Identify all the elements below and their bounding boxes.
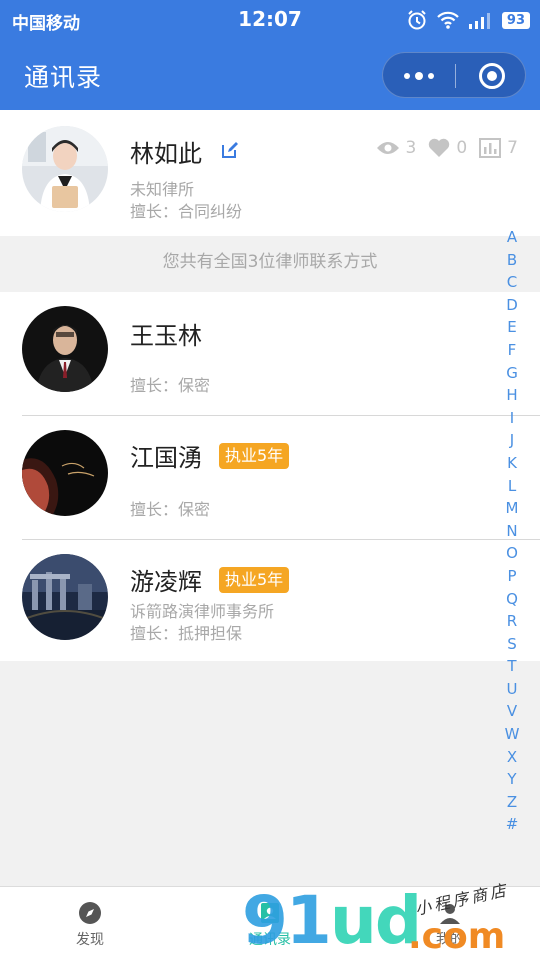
lawyer-avatar [22, 430, 108, 516]
views-count: 3 [405, 138, 417, 158]
index-letter[interactable]: O [498, 542, 526, 565]
tab-bar: 发现 通讯录 我的 [0, 886, 540, 960]
tab-label: 发现 [76, 932, 104, 948]
wifi-icon [437, 11, 459, 29]
index-letter[interactable]: # [498, 813, 526, 836]
index-letter[interactable]: Y [498, 768, 526, 791]
status-bar: 中国移动 12:07 93 [0, 0, 540, 40]
index-letter[interactable]: S [498, 633, 526, 656]
profile-stats: 3 0 7 [376, 138, 518, 158]
profile-name: 林如此 [130, 140, 202, 168]
capsule-divider [455, 64, 456, 88]
lawyer-name: 游凌辉 [130, 568, 202, 596]
experience-badge: 执业5年 [219, 443, 290, 469]
index-letter[interactable]: B [498, 249, 526, 272]
index-letter[interactable]: G [498, 362, 526, 385]
lawyer-name: 江国湧 [130, 444, 202, 472]
close-mini-program-button[interactable] [479, 63, 505, 89]
mini-program-capsule [382, 52, 526, 98]
index-letter[interactable]: D [498, 294, 526, 317]
signal-icon [468, 13, 490, 29]
lawyer-name: 王玉林 [130, 322, 202, 350]
index-letter[interactable]: I [498, 407, 526, 430]
my-profile-card[interactable]: 林如此 未知律所 擅长：合同纠纷 3 0 7 [0, 110, 540, 236]
index-letter[interactable]: Q [498, 588, 526, 611]
index-letter[interactable]: L [498, 475, 526, 498]
lawyer-avatar [22, 306, 108, 392]
contacts-count-banner: 您共有全国3位律师联系方式 [162, 252, 378, 272]
battery-level: 93 [501, 11, 530, 29]
alphabet-index[interactable]: A B C D E F G H I J K L M N O P Q R S T U V W X Y Z # [498, 226, 526, 836]
index-letter[interactable]: K [498, 452, 526, 475]
index-letter[interactable]: E [498, 316, 526, 339]
edit-icon[interactable] [220, 140, 240, 160]
tab-label: 我的 [436, 932, 464, 948]
lawyer-firm: 诉箭路演律师事务所 [130, 602, 275, 621]
more-menu-button[interactable] [383, 53, 455, 99]
compass-icon [79, 902, 101, 924]
contacts-icon [261, 903, 279, 923]
profile-firm: 未知律所 [130, 180, 195, 199]
index-letter[interactable]: J [498, 429, 526, 452]
index-letter[interactable]: N [498, 520, 526, 543]
lawyer-item[interactable]: 游凌辉 执业5年 诉箭路演律师事务所 擅长：抵押担保 [0, 540, 540, 663]
tab-discover[interactable]: 发现 [30, 887, 150, 960]
experience-badge: 执业5年 [219, 567, 290, 593]
index-letter[interactable]: U [498, 678, 526, 701]
tab-contacts[interactable]: 通讯录 [210, 887, 330, 960]
nav-bar: 通讯录 [0, 40, 540, 110]
tab-mine[interactable]: 我的 [390, 887, 510, 960]
index-letter[interactable]: R [498, 610, 526, 633]
tab-label: 通讯录 [249, 932, 291, 948]
lawyer-item[interactable]: 江国湧 执业5年 擅长：保密 [0, 416, 540, 539]
lawyer-specialty: 擅长：保密 [130, 376, 211, 395]
index-letter[interactable]: P [498, 565, 526, 588]
lawyer-avatar [22, 554, 108, 640]
lawyer-list: 王玉林 擅长：保密 江国湧 执业5年 擅长：保密 游凌辉 执业5年 诉箭路演律师… [0, 292, 540, 661]
index-letter[interactable]: W [498, 723, 526, 746]
index-letter[interactable]: M [498, 497, 526, 520]
page-title: 通讯录 [24, 63, 103, 92]
stats-count: 7 [507, 138, 518, 158]
eye-icon [376, 142, 399, 154]
index-letter[interactable]: C [498, 271, 526, 294]
alarm-icon [408, 10, 426, 30]
lawyer-specialty: 擅长：保密 [130, 500, 211, 519]
status-icons: 93 [406, 9, 530, 31]
profile-specialty: 擅长：合同纠纷 [130, 202, 243, 221]
index-letter[interactable]: V [498, 700, 526, 723]
bar-chart-icon [479, 138, 502, 158]
index-letter[interactable]: F [498, 339, 526, 362]
lawyer-specialty: 擅长：抵押担保 [130, 624, 243, 643]
lawyer-item[interactable]: 王玉林 擅长：保密 [0, 292, 540, 415]
index-letter[interactable]: H [498, 384, 526, 407]
index-letter[interactable]: X [498, 746, 526, 769]
user-icon [440, 904, 460, 924]
index-letter[interactable]: A [498, 226, 526, 249]
profile-avatar [22, 126, 108, 212]
heart-icon [429, 138, 450, 157]
index-letter[interactable]: Z [498, 791, 526, 814]
index-letter[interactable]: T [498, 655, 526, 678]
likes-count: 0 [456, 138, 468, 158]
